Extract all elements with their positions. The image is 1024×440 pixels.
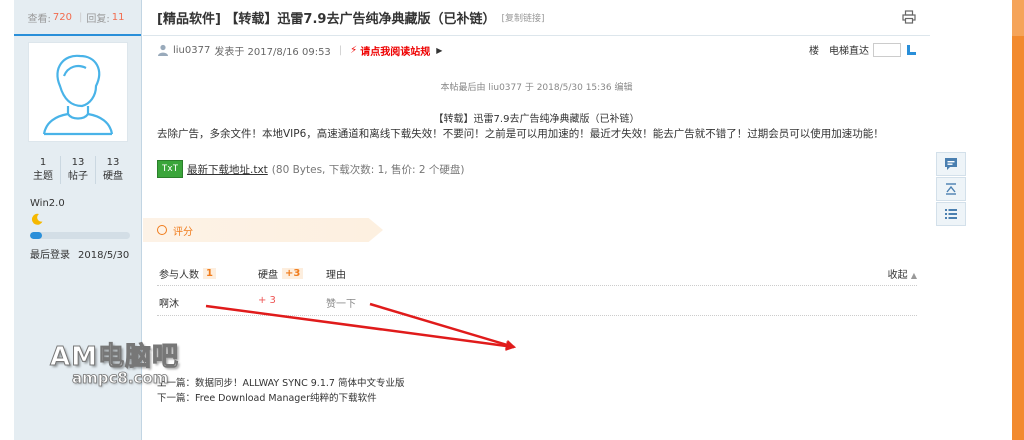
back-to-top-icon [946, 183, 956, 195]
divider [157, 315, 917, 316]
level-progress-bar [30, 232, 130, 239]
attachment-link[interactable]: 最新下载地址.txt [187, 162, 268, 177]
user-group[interactable]: Win2.0 [30, 198, 65, 209]
page-edge-strip [1012, 36, 1024, 440]
floor-input[interactable] [873, 42, 901, 57]
go-floor-icon[interactable] [905, 44, 917, 56]
post-main: [精品软件] 【转载】迅雷7.9去广告纯净典藏版（已补链） [复制链接] liu… [143, 0, 930, 440]
stat-threads[interactable]: 1 主题 [26, 156, 61, 184]
col-participants-label: 参与人数 [159, 270, 199, 281]
caret-right-icon: ▶ [436, 45, 443, 55]
thread-counters: 查看: 720 | 回复: 11 [14, 0, 141, 36]
list-icon [945, 209, 957, 219]
rater-reason: 赞一下 [326, 299, 356, 310]
stat-disk[interactable]: 13 硬盘 [96, 156, 130, 184]
site-rules-label: 请点我阅读站规 [360, 46, 431, 58]
last-login: 最后登录 2018/5/30 [30, 246, 129, 261]
user-icon [158, 44, 168, 56]
next-thread-link[interactable]: 下一篇：Free Download Manager纯粹的下载软件 [157, 391, 404, 406]
views-count: 720 [52, 11, 72, 23]
stat-label: 主题 [33, 171, 53, 182]
divider [157, 285, 917, 286]
side-toolbar [936, 152, 966, 227]
col-disk: 硬盘 +3 [258, 266, 304, 281]
replies-count: 11 [111, 11, 125, 23]
author-name[interactable]: liu0377 [173, 45, 210, 56]
author-stats: 1 主题 13 帖子 13 硬盘 [26, 156, 130, 184]
page: 查看: 720 | 回复: 11 1 主题 13 帖子 13 硬盘 Win2.0… [0, 0, 1024, 440]
last-login-date: 2018/5/30 [78, 250, 130, 261]
watermark-url: ampc8.com [72, 369, 169, 388]
floor-jump: 楼 电梯直达 [809, 42, 917, 57]
rating-label: 评分 [173, 226, 193, 238]
post-date: 发表于 2017/8/16 09:53 [214, 46, 331, 58]
floor-label: 楼 [809, 46, 819, 57]
last-login-label: 最后登录 [30, 250, 70, 261]
stat-posts[interactable]: 13 帖子 [61, 156, 96, 184]
thread-title: [精品软件] 【转载】迅雷7.9去广告纯净典藏版（已补链） [157, 12, 496, 27]
counter-divider: | [78, 11, 83, 23]
page-edge-strip [1012, 0, 1024, 36]
moon-icon [31, 213, 43, 225]
rater-disk: + 3 [258, 295, 276, 306]
level-progress-fill [30, 232, 42, 239]
thread-list-button[interactable] [936, 202, 966, 226]
jump-label: 电梯直达 [829, 46, 869, 57]
watermark-title: AM电脑吧 [50, 342, 179, 373]
attachment-info: (80 Bytes, 下载次数: 1, 售价: 2 个硬盘) [271, 163, 465, 176]
rating-table-header: 参与人数 1 硬盘 +3 理由 收起 ▲ [157, 266, 917, 282]
thread-title-row: [精品软件] 【转载】迅雷7.9去广告纯净典藏版（已补链） [复制链接] [143, 0, 930, 36]
default-avatar-icon [42, 54, 114, 136]
collapse-button[interactable]: 收起 ▲ [888, 266, 917, 281]
edit-note: 本帖最后由 liu0377 于 2018/5/30 15:36 编辑 [440, 83, 633, 93]
comment-button[interactable] [936, 152, 966, 176]
stat-label: 硬盘 [103, 171, 123, 182]
txt-file-icon: TxT [157, 160, 183, 178]
comment-icon [945, 158, 957, 170]
replies-label: 回复: [86, 13, 110, 25]
stat-value: 1 [39, 157, 47, 168]
meta-divider: | [338, 44, 343, 56]
post-heading: 【转载】迅雷7.9去广告纯净典藏版（已补链） [433, 114, 640, 125]
caret-up-icon: ▲ [910, 271, 917, 280]
lightning-icon: ⚡ [350, 44, 358, 56]
post-body: 去除广告，多余文件！本地VIP6，高速通道和离线下载失效！不要问！之前是可以用加… [157, 128, 884, 140]
col-reason-label: 理由 [326, 270, 346, 281]
copy-link-button[interactable]: [复制链接] [501, 11, 544, 24]
col-participants: 参与人数 1 [159, 266, 216, 281]
print-icon[interactable] [902, 10, 916, 24]
site-rules-link[interactable]: ⚡ 请点我阅读站规 ▶ [350, 43, 442, 58]
rating-circle-icon [157, 225, 167, 235]
col-disk-label: 硬盘 [258, 270, 278, 281]
rating-header: 评分 [143, 218, 383, 242]
table-row: 啊沐 + 3 赞一下 [157, 295, 917, 311]
attachment: TxT 最新下载地址.txt (80 Bytes, 下载次数: 1, 售价: 2… [157, 160, 464, 178]
participants-count-badge: 1 [203, 268, 216, 279]
back-to-top-button[interactable] [936, 177, 966, 201]
avatar[interactable] [28, 42, 128, 142]
watermark: AM电脑吧 ampc8.com [50, 336, 200, 388]
disk-total-badge: +3 [282, 268, 304, 279]
post-meta: liu0377 发表于 2017/8/16 09:53 | ⚡ 请点我阅读站规 … [157, 42, 917, 58]
views-label: 查看: [27, 13, 51, 25]
stat-label: 帖子 [68, 171, 88, 182]
col-reason: 理由 [326, 266, 346, 281]
collapse-label: 收起 [887, 270, 908, 281]
stat-value: 13 [71, 157, 85, 168]
stat-value: 13 [106, 157, 120, 168]
rater-name[interactable]: 啊沐 [159, 295, 179, 310]
